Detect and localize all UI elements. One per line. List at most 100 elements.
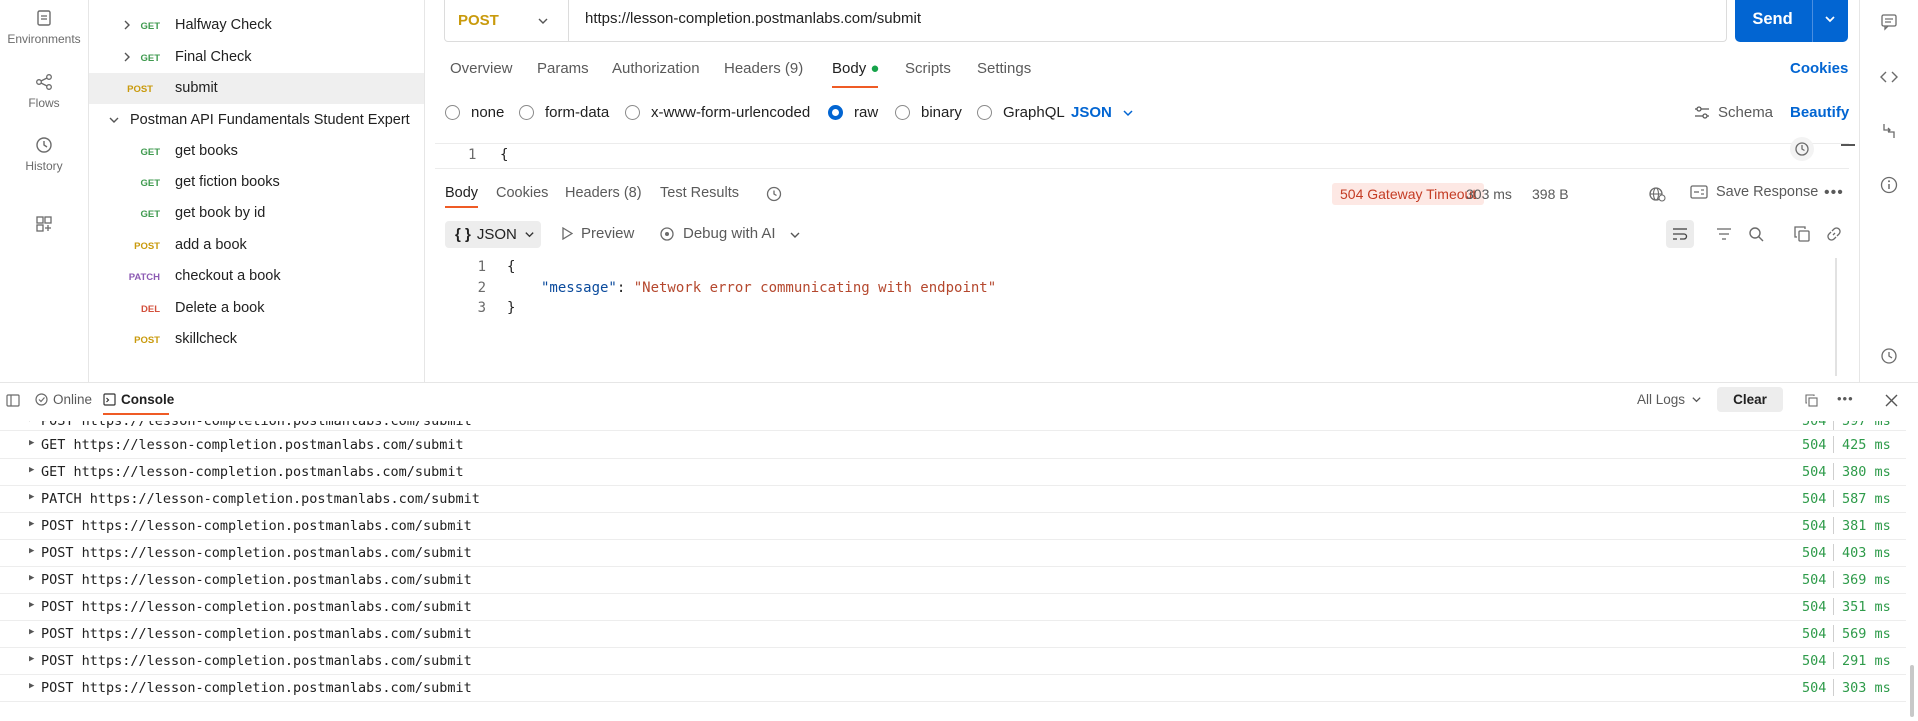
method-select[interactable]: POST	[445, 0, 569, 41]
console-log-row[interactable]: ▶ GET https://lesson-completion.postmanl…	[0, 432, 1906, 459]
console-scrollbar[interactable]	[1910, 665, 1914, 717]
expand-arrow-icon[interactable]: ▶	[29, 681, 34, 691]
related-requests-icon[interactable]	[1880, 122, 1898, 140]
log-separator	[1833, 436, 1834, 453]
tree-item-get-fiction-books[interactable]: GET get fiction books	[89, 167, 424, 198]
expand-arrow-icon[interactable]: ▶	[29, 465, 34, 475]
console-tab[interactable]: Console	[103, 392, 174, 407]
debug-with-ai-button[interactable]: Debug with AI	[658, 225, 776, 242]
radio-none[interactable]: none	[445, 104, 504, 121]
expand-arrow-icon[interactable]: ▶	[29, 654, 34, 664]
cookies-link[interactable]: Cookies	[1790, 60, 1848, 77]
console-log-row[interactable]: ▶ POST https://lesson-completion.postman…	[0, 594, 1906, 621]
code-icon[interactable]	[1880, 68, 1898, 86]
tree-folder-student-expert[interactable]: Postman API Fundamentals Student Expert	[89, 105, 424, 136]
tree-item-submit[interactable]: POST submit	[89, 73, 424, 104]
tree-item-checkout-a-book[interactable]: PATCH checkout a book	[89, 261, 424, 292]
expand-arrow-icon[interactable]: ▶	[29, 492, 34, 502]
console-log-row[interactable]: ▶ POST https://lesson-completion.postman…	[0, 540, 1906, 567]
more-options-icon[interactable]: •••	[1837, 391, 1854, 406]
res-tab-headers[interactable]: Headers (8)	[565, 185, 642, 201]
res-tab-cookies[interactable]: Cookies	[496, 185, 548, 201]
console-log-row[interactable]: ▶ POST https://lesson-completion.postman…	[0, 675, 1906, 702]
nav-environments[interactable]: Environments	[0, 8, 88, 46]
ai-assist-icon[interactable]	[1789, 136, 1815, 162]
log-filter-select[interactable]: All Logs	[1637, 392, 1702, 407]
tree-item-skillcheck[interactable]: POST skillcheck	[89, 324, 424, 355]
radio-binary[interactable]: binary	[895, 104, 962, 121]
console-log-row[interactable]: ▶ POST https://lesson-completion.postman…	[0, 421, 1906, 431]
console-log-row[interactable]: ▶ POST https://lesson-completion.postman…	[0, 648, 1906, 675]
response-time[interactable]: 303 ms	[1466, 186, 1512, 202]
console-log-row[interactable]: ▶ POST https://lesson-completion.postman…	[0, 567, 1906, 594]
link-icon[interactable]	[1826, 226, 1842, 242]
tree-item-get-books[interactable]: GET get books	[89, 136, 424, 167]
tab-body[interactable]: Body ●	[832, 60, 879, 77]
tree-item-halfway-check[interactable]: GET Halfway Check	[89, 10, 424, 41]
radio-form-data[interactable]: form-data	[519, 104, 609, 121]
chevron-down-icon[interactable]	[1823, 12, 1837, 26]
nav-add-apps[interactable]	[0, 214, 88, 238]
tab-headers[interactable]: Headers (9)	[724, 60, 803, 77]
expand-arrow-icon[interactable]: ▶	[29, 438, 34, 448]
response-scrollbar[interactable]	[1835, 258, 1837, 376]
history-icon[interactable]	[765, 185, 783, 203]
expand-arrow-icon[interactable]: ▶	[29, 600, 34, 610]
radio-raw[interactable]: raw	[828, 104, 878, 121]
res-tab-test-results[interactable]: Test Results	[660, 185, 739, 201]
tab-authorization[interactable]: Authorization	[612, 60, 700, 77]
nav-history[interactable]: History	[0, 135, 88, 173]
clear-console-button[interactable]: Clear	[1717, 387, 1783, 412]
network-globe-icon[interactable]	[1648, 185, 1666, 203]
chevron-down-icon[interactable]	[789, 229, 801, 241]
expand-arrow-icon[interactable]: ▶	[29, 421, 34, 424]
more-options-icon[interactable]: •••	[1824, 184, 1844, 202]
tab-params[interactable]: Params	[537, 60, 589, 77]
res-tab-body[interactable]: Body	[445, 185, 478, 201]
tree-item-label: get fiction books	[175, 174, 280, 190]
status-badge[interactable]: 504 Gateway Timeout	[1332, 183, 1485, 205]
info-icon[interactable]	[1880, 176, 1898, 194]
tree-item-delete-a-book[interactable]: DEL Delete a book	[89, 293, 424, 324]
close-icon[interactable]	[1885, 394, 1898, 407]
beautify-button[interactable]: Beautify	[1790, 104, 1849, 121]
toggle-sidebar-icon[interactable]	[6, 394, 20, 407]
schema-button[interactable]: Schema	[1694, 104, 1773, 121]
expand-arrow-icon[interactable]: ▶	[29, 546, 34, 556]
tree-item-add-a-book[interactable]: POST add a book	[89, 230, 424, 261]
preview-button[interactable]: Preview	[561, 225, 634, 242]
console-log-row[interactable]: ▶ PATCH https://lesson-completion.postma…	[0, 486, 1906, 513]
tree-item-get-book-by-id[interactable]: GET get book by id	[89, 198, 424, 229]
copy-icon[interactable]	[1794, 226, 1810, 242]
response-format-select[interactable]: { } JSON	[445, 221, 541, 248]
request-body-editor[interactable]: 1 {	[435, 137, 1855, 169]
raw-format-select[interactable]: JSON	[1071, 104, 1134, 121]
filter-icon[interactable]	[1716, 226, 1732, 242]
online-status[interactable]: Online	[35, 392, 92, 407]
send-button[interactable]: Send	[1735, 0, 1848, 42]
copy-icon[interactable]	[1805, 394, 1818, 407]
tab-settings[interactable]: Settings	[977, 60, 1031, 77]
comments-icon[interactable]	[1880, 13, 1898, 31]
search-icon[interactable]	[1748, 226, 1764, 242]
nav-flows[interactable]: Flows	[0, 72, 88, 110]
console-log-row[interactable]: ▶ GET https://lesson-completion.postmanl…	[0, 459, 1906, 486]
expand-arrow-icon[interactable]: ▶	[29, 573, 34, 583]
expand-arrow-icon[interactable]: ▶	[29, 519, 34, 529]
wrap-lines-button[interactable]	[1666, 220, 1694, 248]
console-log-row[interactable]: ▶ POST https://lesson-completion.postman…	[0, 513, 1906, 540]
console-log-row[interactable]: ▶ POST https://lesson-completion.postman…	[0, 621, 1906, 648]
ai-history-icon[interactable]	[1880, 347, 1898, 365]
url-input[interactable]: https://lesson-completion.postmanlabs.co…	[585, 10, 921, 27]
expand-arrow-icon[interactable]: ▶	[29, 627, 34, 637]
log-status: 504	[1802, 599, 1827, 615]
response-size[interactable]: 398 B	[1532, 186, 1569, 202]
chevron-down-icon[interactable]	[108, 114, 120, 126]
radio-graphql[interactable]: GraphQL	[977, 104, 1065, 121]
radio-x-www-form-urlencoded[interactable]: x-www-form-urlencoded	[625, 104, 810, 121]
tab-overview[interactable]: Overview	[450, 60, 513, 77]
log-time: 291 ms	[1842, 653, 1891, 669]
save-response-button[interactable]: Save Response	[1690, 184, 1818, 200]
tree-item-final-check[interactable]: GET Final Check	[89, 42, 424, 73]
tab-scripts[interactable]: Scripts	[905, 60, 951, 77]
